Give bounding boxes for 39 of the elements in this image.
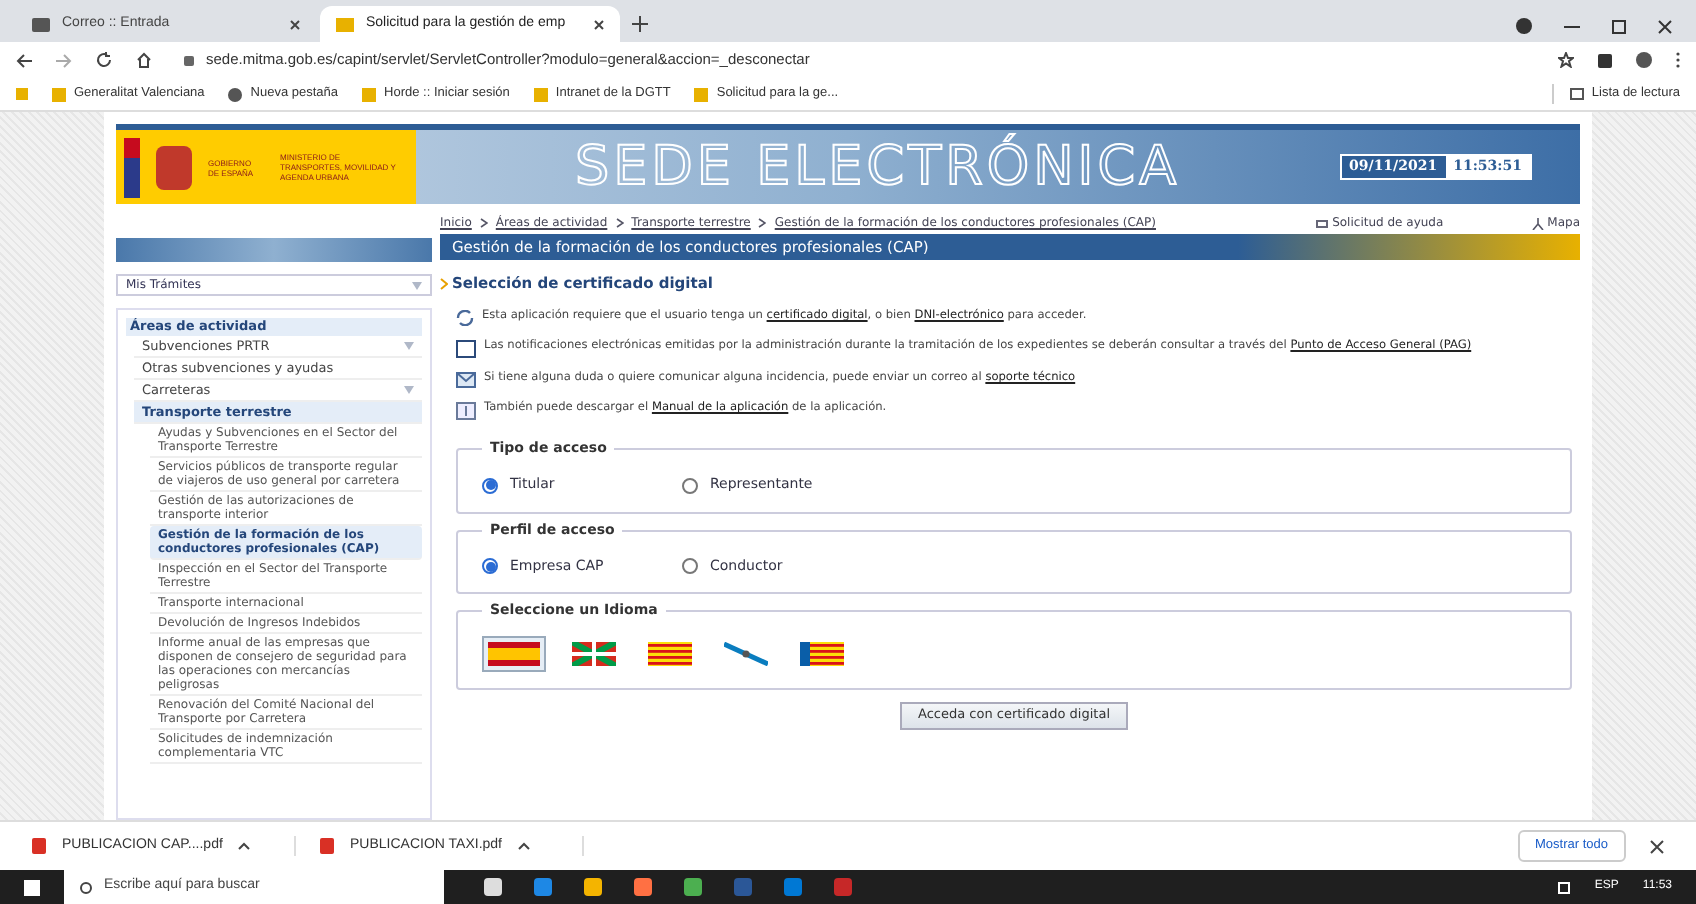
document-icon <box>456 402 476 421</box>
flag-icon[interactable] <box>482 636 546 673</box>
sitemap-icon <box>1531 217 1544 229</box>
taskbar-app-icon[interactable] <box>684 878 702 896</box>
flag-stripe-icon <box>124 137 140 197</box>
taskbar-app-icon[interactable] <box>484 878 502 896</box>
caret-icon[interactable] <box>238 842 251 850</box>
star-icon[interactable] <box>1558 52 1574 68</box>
new-tab-icon[interactable] <box>632 16 648 32</box>
close-icon[interactable] <box>594 19 604 29</box>
search-icon <box>80 881 92 893</box>
pdf-icon <box>32 838 46 854</box>
pdf-icon <box>320 838 334 854</box>
radio-button[interactable] <box>482 558 498 574</box>
chevron-icon <box>412 281 422 289</box>
radio-button[interactable] <box>682 477 698 493</box>
breadcrumb-separator-icon <box>758 218 767 228</box>
caret-icon[interactable] <box>518 842 530 850</box>
taskbar-app-icon[interactable] <box>784 878 802 896</box>
back-icon[interactable] <box>16 53 32 67</box>
taskbar-app-icon[interactable] <box>584 878 602 896</box>
close-icon[interactable] <box>1658 19 1672 33</box>
radio-button[interactable] <box>482 477 498 493</box>
breadcrumb-separator-icon <box>479 218 488 228</box>
tray-icon[interactable] <box>1558 881 1571 893</box>
account-icon[interactable] <box>1636 52 1652 68</box>
close-icon[interactable] <box>1650 839 1664 853</box>
refresh-icon <box>456 310 474 327</box>
home-icon[interactable] <box>136 52 152 68</box>
taskbar-app-icon[interactable] <box>534 878 552 896</box>
taskbar-app-icon[interactable] <box>634 878 652 896</box>
minimize-icon[interactable] <box>1564 25 1580 27</box>
reload-icon[interactable] <box>96 52 112 68</box>
close-icon[interactable] <box>290 19 300 29</box>
breadcrumb-separator-icon <box>615 218 624 228</box>
profile-icon[interactable] <box>1516 18 1532 34</box>
radio-button[interactable] <box>682 558 698 574</box>
restore-icon[interactable] <box>1612 19 1626 33</box>
checkbox-icon <box>456 340 476 359</box>
